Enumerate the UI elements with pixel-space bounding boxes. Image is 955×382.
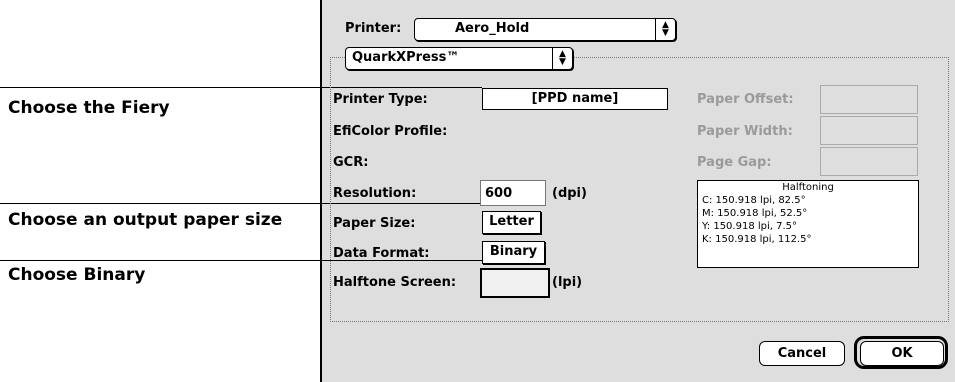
resolution-value: 600 [485, 186, 513, 201]
callout-choose-paper-size: Choose an output paper size [8, 210, 283, 230]
application-popup-value: QuarkXPress™ [352, 50, 460, 65]
data-format-label: Data Format: [333, 246, 430, 261]
paper-width-field [820, 116, 918, 145]
halftoning-panel: Halftoning C: 150.918 lpi, 82.5° M: 150.… [697, 180, 919, 268]
halftoning-row-k: K: 150.918 lpi, 112.5° [702, 234, 812, 245]
page-gap-field [820, 147, 918, 176]
paper-size-label: Paper Size: [333, 216, 416, 231]
printer-popup[interactable]: Aero_Hold ▲ ▼ [414, 18, 676, 41]
paper-size-popup[interactable]: Letter [482, 211, 541, 234]
application-popup[interactable]: QuarkXPress™ ▲ ▼ [345, 47, 573, 70]
gcr-label: GCR: [333, 155, 369, 170]
popup-arrows-icon: ▲ ▼ [552, 48, 572, 69]
ok-button[interactable]: OK [860, 341, 944, 366]
printer-label: Printer: [345, 21, 402, 36]
eficolor-profile-label: EfiColor Profile: [333, 124, 448, 139]
printer-popup-value: Aero_Hold [455, 21, 530, 36]
printer-type-field[interactable]: [PPD name] [482, 88, 668, 110]
resolution-label: Resolution: [333, 186, 417, 201]
popup-arrows-icon: ▲ ▼ [655, 19, 675, 40]
halftone-screen-label: Halftone Screen: [333, 275, 457, 290]
halftoning-row-m: M: 150.918 lpi, 52.5° [702, 208, 808, 219]
halftoning-title: Halftoning [782, 182, 834, 193]
page-gap-label: Page Gap: [697, 155, 772, 170]
resolution-unit: (dpi) [552, 186, 587, 201]
halftone-screen-unit: (lpi) [552, 275, 583, 290]
resolution-field[interactable]: 600 [480, 180, 546, 206]
halftoning-row-y: Y: 150.918 lpi, 7.5° [702, 221, 798, 232]
callout-choose-binary: Choose Binary [8, 265, 146, 285]
callout-choose-fiery: Choose the Fiery [8, 98, 170, 118]
paper-offset-field [820, 85, 918, 114]
printer-type-label: Printer Type: [333, 92, 428, 107]
halftone-screen-field[interactable] [480, 268, 550, 298]
cancel-button[interactable]: Cancel [759, 341, 845, 366]
paper-width-label: Paper Width: [697, 124, 793, 139]
paper-offset-label: Paper Offset: [697, 92, 794, 107]
halftoning-row-c: C: 150.918 lpi, 82.5° [702, 195, 806, 206]
data-format-popup[interactable]: Binary [482, 241, 545, 264]
